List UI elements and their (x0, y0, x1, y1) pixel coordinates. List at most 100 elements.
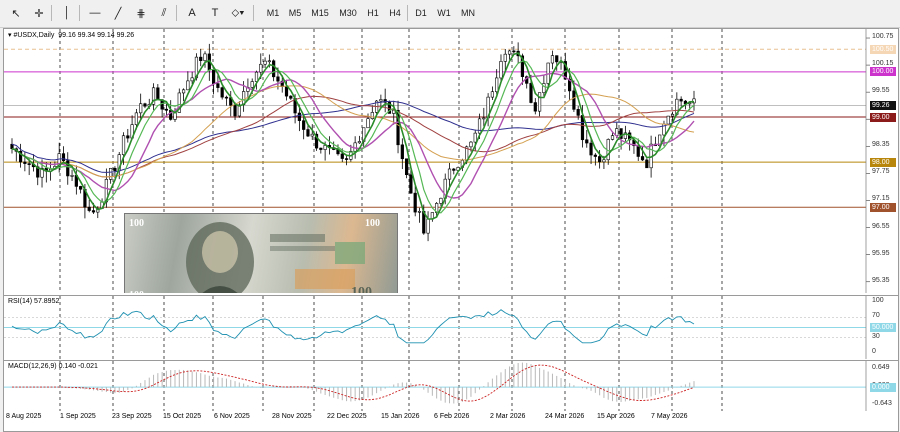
price-tag-100.50: 100.50 (870, 44, 896, 54)
candle-body (512, 50, 516, 53)
horizontal-line-icon[interactable]: — (85, 3, 105, 23)
candle-body (259, 63, 263, 73)
candle-body (503, 53, 507, 62)
bill-art-svg: 100 100 100 100 (129, 218, 380, 293)
chart-header: ▾ #USDX,Daily 99.16 99.34 99.14 99.26 (8, 31, 134, 39)
candle-body (357, 141, 362, 144)
crosshair-icon[interactable]: ✛ (29, 3, 49, 23)
candle-body (593, 154, 597, 157)
macd-zero-tag: 0.000 (870, 382, 896, 392)
candle-body (666, 115, 670, 125)
candle-body (199, 56, 203, 61)
chart-window[interactable]: ▾ #USDX,Daily 99.16 99.34 99.14 99.26 10… (3, 28, 899, 432)
timeframe-h4-button[interactable]: H4 (384, 3, 406, 23)
timeframe-w1-button[interactable]: W1 (432, 3, 456, 23)
price-tag-97.00: 97.00 (870, 202, 896, 212)
price-tag-100.00: 100.00 (870, 67, 896, 77)
date-label: 7 May 2026 (651, 413, 688, 420)
date-label: 2 Mar 2026 (490, 413, 526, 420)
price-tag-99.26: 99.26 (870, 100, 896, 110)
timeframe-m5-button[interactable]: M5 (284, 3, 306, 23)
date-label: 6 Feb 2026 (434, 413, 470, 420)
toolbar-separator (79, 5, 80, 21)
timeframe-m1-button[interactable]: M1 (262, 3, 284, 23)
date-label: 1 Sep 2025 (60, 413, 96, 420)
symbol-label: #USDX,Daily (13, 32, 55, 39)
candle-body (211, 69, 216, 84)
candle-body (447, 168, 452, 180)
toolbar: ↖ ✛ │ — ╱ ⋕ ⫽ A T ⬦▾ M1 M5 M15 M30 H1 H4 D1 W1 MN (0, 0, 900, 28)
text-icon[interactable]: A (182, 3, 202, 23)
trendline-icon[interactable]: ╱ (108, 3, 128, 23)
candle-body (143, 103, 147, 107)
price-tick: 96.55 (872, 222, 890, 230)
timeframe-m15-button[interactable]: M15 (306, 3, 334, 23)
rsi-level-tag: 50.000 (870, 323, 896, 332)
date-label: 23 Sep 2025 (112, 413, 152, 420)
candle-body (250, 81, 254, 88)
candle-body (121, 135, 126, 155)
candle-body (379, 99, 383, 102)
fibonacci-icon[interactable]: ⋕ (131, 3, 151, 23)
timeframe-h1-button[interactable]: H1 (362, 3, 384, 23)
rsi-svg (4, 296, 867, 359)
timeframe-d1-button[interactable]: D1 (410, 3, 432, 23)
candle-body (576, 109, 580, 116)
cursor-icon[interactable]: ↖ (6, 3, 26, 23)
macd-tick: 0.649 (872, 364, 890, 371)
price-tick: 97.15 (872, 195, 890, 203)
candle-body (670, 114, 675, 117)
candle-body (186, 80, 190, 91)
text-label-icon[interactable]: T (205, 3, 225, 23)
price-tick: 100.75 (872, 33, 894, 41)
candle-body (272, 60, 276, 78)
ma-slow-line (11, 85, 695, 178)
candle-body (70, 175, 74, 177)
candle-body (276, 76, 280, 82)
ohlc-values: 99.16 99.34 99.14 99.26 (58, 32, 135, 39)
macd-signal-line (12, 364, 695, 402)
channel-icon[interactable]: ⫽ (154, 3, 174, 23)
candle-body (319, 147, 323, 150)
macd-svg (4, 361, 867, 411)
price-pane[interactable]: ▾ #USDX,Daily 99.16 99.34 99.14 99.26 10… (4, 29, 898, 293)
date-label: 6 Nov 2025 (214, 413, 250, 420)
candle-body (537, 92, 542, 112)
candle-body (267, 60, 271, 63)
macd-label: MACD(12,26,9) 0.140 -0.021 (8, 363, 98, 370)
vertical-line-icon[interactable]: │ (57, 3, 77, 23)
ma-mid-line (11, 72, 695, 199)
price-tick: 95.35 (872, 276, 890, 284)
candle-body (507, 50, 512, 55)
rsi-label: RSI(14) 57.8952 (8, 298, 60, 305)
candle-body (572, 90, 576, 110)
svg-text:100: 100 (129, 218, 144, 229)
candle-body (366, 118, 370, 129)
candle-body (598, 156, 602, 163)
timeframe-mn-button[interactable]: MN (456, 3, 480, 23)
timeframe-m30-button[interactable]: M30 (334, 3, 362, 23)
candle-body (400, 144, 404, 160)
candle-body (529, 83, 533, 103)
candle-body (134, 112, 138, 125)
candle-body (203, 53, 207, 61)
candle-body (156, 87, 160, 100)
candle-body (473, 132, 477, 143)
date-label: 24 Mar 2026 (545, 413, 585, 420)
price-tick: 100.15 (872, 60, 894, 68)
candle-body (495, 77, 499, 93)
candle-body (79, 186, 83, 190)
price-tag-99.00: 99.00 (870, 112, 896, 122)
candle-body (344, 158, 349, 160)
rsi-tick: 100 (872, 297, 884, 304)
candle-body (233, 105, 237, 117)
candle-body (109, 168, 113, 180)
candle-body (91, 210, 96, 213)
price-tick: 98.35 (872, 141, 890, 149)
macd-pane[interactable]: MACD(12,26,9) 0.140 -0.021 0.649 0.000 -0.… (4, 360, 898, 411)
shapes-icon[interactable]: ⬦▾ (228, 3, 248, 23)
candle-body (555, 55, 559, 63)
rsi-pane[interactable]: RSI(14) 57.8952 100 70 30 0 50.000 (4, 295, 898, 359)
candle-body (263, 60, 267, 65)
candle-body (550, 55, 555, 64)
